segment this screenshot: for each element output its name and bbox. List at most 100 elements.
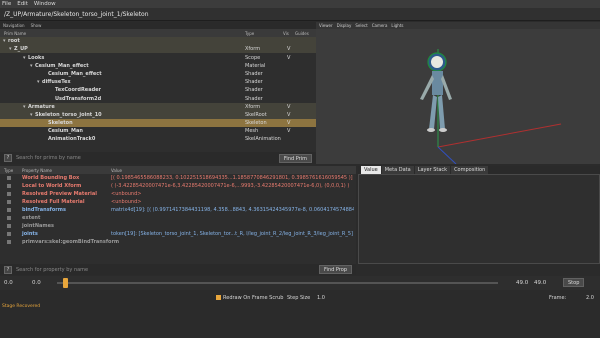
prop-search-help-button[interactable]: ? bbox=[4, 265, 12, 274]
tree-row[interactable]: ▾ Looks Scope V bbox=[0, 53, 316, 61]
tree-row[interactable]: ▾ Z_UP Xform V bbox=[0, 45, 316, 54]
property-value: [( 0.1985465586088233, 0.102251518694335… bbox=[111, 175, 353, 181]
tree-row[interactable]: Cesium_Man_effect Shader bbox=[0, 70, 316, 78]
tree-header: Prim Name Type Vis Guides bbox=[0, 29, 316, 37]
tree-row[interactable]: ▾ root bbox=[0, 37, 316, 46]
tree-row-vis[interactable]: V bbox=[287, 120, 290, 126]
find-prim-button[interactable]: Find Prim bbox=[278, 153, 312, 163]
prim-search-bar: ? Search for prims by name Find Prim bbox=[0, 152, 316, 164]
timeline-start-value[interactable]: 0.0 bbox=[4, 280, 13, 286]
viewport-scene[interactable] bbox=[316, 29, 600, 164]
property-row[interactable]: Resolved Preview Material <unbound> bbox=[0, 190, 356, 198]
tree-row[interactable]: ▾ Cesium_Man_effect Material bbox=[0, 62, 316, 70]
property-row[interactable]: World Bounding Box [( 0.1985465586088233,… bbox=[0, 174, 356, 182]
property-value: token[19]: [Skeleton_torso_joint_1, Skel… bbox=[111, 231, 353, 237]
viewport-menu: Viewer Display Select Camera Lights bbox=[316, 22, 600, 29]
timeline-slider-handle[interactable] bbox=[63, 278, 68, 288]
tree-row-label: TexCoordReader bbox=[55, 87, 101, 94]
menu-file[interactable]: File bbox=[2, 1, 11, 7]
tab-show[interactable]: Show bbox=[31, 23, 42, 28]
viewport-menu-select[interactable]: Select bbox=[355, 23, 367, 28]
property-name: jointNames bbox=[22, 223, 54, 229]
tree-row[interactable]: Cesium_Man Mesh V bbox=[0, 127, 316, 135]
prim-search-help-button[interactable]: ? bbox=[4, 154, 12, 162]
redraw-checkbox[interactable] bbox=[216, 295, 221, 300]
col-vis[interactable]: Vis bbox=[283, 31, 289, 36]
property-list: World Bounding Box [( 0.1985465586088233,… bbox=[0, 174, 356, 246]
property-row[interactable]: primvars:skel:geomBindTransform bbox=[0, 238, 356, 246]
tree-row-label: Cesium_Man_effect bbox=[35, 62, 89, 69]
tree-row[interactable]: UsdTransform2d Shader bbox=[0, 94, 316, 102]
tree-row[interactable]: TexCoordReader Shader bbox=[0, 86, 316, 94]
tree-row[interactable]: ▾ Skeleton_torso_joint_10 SkelRoot V bbox=[0, 110, 316, 119]
timeline-end2-value[interactable]: 49.0 bbox=[534, 280, 546, 286]
property-row[interactable]: joints token[19]: [Skeleton_torso_joint_1… bbox=[0, 230, 356, 238]
frame-label: Frame: bbox=[549, 295, 567, 301]
inspector-tabs: Value Meta Data Layer Stack Composition bbox=[358, 166, 600, 174]
path-bar[interactable]: /Z_UP/Armature/Skeleton_torso_joint_1/Sk… bbox=[0, 8, 600, 21]
tree-row-label: AnimationTrack0 bbox=[48, 136, 96, 143]
tree-row-vis[interactable]: V bbox=[287, 128, 290, 134]
property-type-icon bbox=[7, 207, 11, 212]
redraw-label: Redraw On Frame Scrub bbox=[223, 295, 284, 301]
tree-tabs: Navigation Show bbox=[0, 22, 316, 29]
property-search-input[interactable]: Search for property by name bbox=[16, 267, 315, 273]
col-prop-name[interactable]: Property Name bbox=[22, 168, 52, 173]
property-row[interactable]: bindTransforms matrix4d[19]: [( (0.997141… bbox=[0, 206, 356, 214]
step-size-input[interactable]: 1.0 bbox=[317, 295, 325, 301]
property-row[interactable]: Resolved Full Material <unbound> bbox=[0, 198, 356, 206]
tree-row-vis[interactable]: V bbox=[287, 46, 290, 52]
prim-path-text[interactable]: /Z_UP/Armature/Skeleton_torso_joint_1/Sk… bbox=[4, 11, 149, 18]
tree-row-name: ▾ Z_UP bbox=[9, 46, 28, 52]
tree-row-name: TexCoordReader bbox=[50, 87, 101, 93]
property-type-icon bbox=[7, 191, 11, 196]
tree-row-vis[interactable]: V bbox=[287, 55, 290, 61]
tree-row-vis[interactable]: V bbox=[287, 112, 290, 118]
property-row[interactable]: Local to World Xform ( (-3.42285420007471… bbox=[0, 182, 356, 190]
viewport-menu-lights[interactable]: Lights bbox=[391, 23, 403, 28]
frame-input[interactable]: 2.0 bbox=[586, 295, 594, 301]
menu-window[interactable]: Window bbox=[34, 1, 56, 7]
property-search-bar: ? Search for property by name Find Prop bbox=[0, 264, 356, 275]
tree-row[interactable]: Skeleton Skeleton V bbox=[0, 118, 316, 128]
col-prop-type[interactable]: Type bbox=[4, 168, 13, 173]
property-name: Resolved Full Material bbox=[22, 199, 85, 205]
tree-row-type: Shader bbox=[245, 70, 263, 77]
timeline-current-value[interactable]: 49.0 bbox=[516, 280, 528, 286]
property-type-icon bbox=[7, 223, 11, 228]
col-guides[interactable]: Guides bbox=[295, 31, 309, 36]
tree-row-type: Xform bbox=[245, 46, 261, 53]
tree-row-label: diffuseTex bbox=[42, 79, 71, 86]
viewport-menu-viewer[interactable]: Viewer bbox=[319, 23, 333, 28]
viewport-menu-camera[interactable]: Camera bbox=[372, 23, 388, 28]
tab-layer-stack[interactable]: Layer Stack bbox=[414, 166, 451, 174]
tree-row-name: Cesium_Man bbox=[43, 128, 83, 134]
tab-composition[interactable]: Composition bbox=[451, 166, 489, 174]
stop-button[interactable]: Stop bbox=[563, 278, 585, 287]
property-row[interactable]: jointNames bbox=[0, 222, 356, 230]
prim-search-input[interactable]: Search for prims by name bbox=[16, 155, 275, 161]
col-prop-value[interactable]: Value bbox=[111, 168, 122, 173]
viewport-menu-display[interactable]: Display bbox=[337, 23, 352, 28]
find-prop-button[interactable]: Find Prop bbox=[319, 265, 352, 274]
property-value: matrix4d[19]: [( (0.9971417384431198, 4.… bbox=[111, 207, 354, 213]
tree-row[interactable]: AnimationTrack0 SkelAnimation bbox=[0, 135, 316, 143]
tree-row-label: Skeleton bbox=[48, 120, 73, 127]
col-type[interactable]: Type bbox=[245, 31, 254, 36]
tree-row[interactable]: ▾ Armature Xform V bbox=[0, 102, 316, 111]
viewport[interactable]: Viewer Display Select Camera Lights bbox=[316, 22, 600, 164]
col-prim-name[interactable]: Prim Name bbox=[4, 31, 26, 36]
timeline-slider-track[interactable] bbox=[57, 282, 498, 284]
property-header: Type Property Name Value bbox=[0, 166, 356, 174]
property-name: joints bbox=[22, 231, 38, 237]
tree-row-type: SkelAnimation bbox=[245, 136, 281, 143]
tree-row-vis[interactable]: V bbox=[287, 104, 290, 110]
tab-navigation[interactable]: Navigation bbox=[3, 23, 25, 28]
inspector-content[interactable] bbox=[358, 174, 600, 264]
tree-row[interactable]: ▾ diffuseTex Shader bbox=[0, 78, 316, 86]
tab-value[interactable]: Value bbox=[361, 166, 381, 174]
property-row[interactable]: extent bbox=[0, 214, 356, 222]
menu-edit[interactable]: Edit bbox=[17, 1, 28, 7]
timeline-end-value[interactable]: 0.0 bbox=[32, 280, 41, 286]
tab-meta-data[interactable]: Meta Data bbox=[381, 166, 414, 174]
